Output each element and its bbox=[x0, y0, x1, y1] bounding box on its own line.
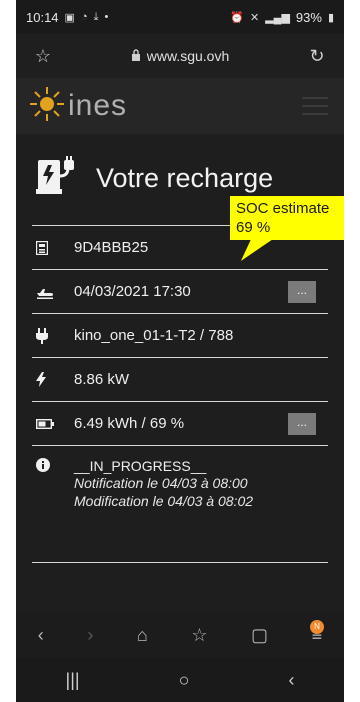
menu-icon[interactable] bbox=[302, 97, 328, 115]
mute-icon: ✕ bbox=[249, 11, 260, 24]
whatsapp-icon: ◔ bbox=[80, 11, 88, 23]
recharge-datetime: 04/03/2021 17:30 bbox=[74, 283, 191, 300]
reload-icon[interactable]: ↻ bbox=[304, 46, 330, 67]
signal-icon: ▂▄▆ bbox=[265, 11, 290, 24]
logo-text: ines bbox=[68, 89, 128, 122]
status-time: 10:14 bbox=[26, 9, 59, 25]
alarm-icon: ⏰ bbox=[230, 11, 244, 24]
soc-tooltip: SOC estimate 69 % bbox=[230, 196, 344, 240]
browser-url-bar: ☆ www.sgu.ovh ↻ bbox=[16, 34, 344, 78]
url-field[interactable]: www.sgu.ovh bbox=[131, 48, 229, 64]
recharge-energy: 6.49 kWh / 69 % bbox=[74, 415, 185, 432]
recharge-id: 9D4BBB25 bbox=[74, 239, 149, 256]
info-icon bbox=[36, 458, 74, 472]
battery-percent: 93% bbox=[295, 9, 322, 25]
system-nav: ||| ○ ‹ bbox=[16, 658, 344, 702]
page-title-text: Votre recharge bbox=[96, 163, 274, 193]
star-icon[interactable]: ☆ bbox=[30, 46, 56, 67]
site-logo[interactable]: ines bbox=[28, 85, 127, 128]
battery-icon bbox=[36, 418, 74, 429]
bookmarks-icon[interactable]: ☆ bbox=[191, 625, 207, 646]
sun-logo-icon bbox=[28, 85, 66, 128]
phone-screen: 10:14 ▣ ◔ ⤓ • ⏰ ✕ ▂▄▆ 93% ▮ ☆ www.sgu.ov… bbox=[16, 0, 344, 702]
row-power: 8.86 kW bbox=[32, 357, 328, 401]
notification-badge: N bbox=[310, 620, 324, 634]
battery-status-icon: ▮ bbox=[327, 11, 334, 24]
url-text: www.sgu.ovh bbox=[146, 48, 230, 64]
recharge-connector: kino_one_01-1-T2 / 788 bbox=[74, 327, 234, 344]
site-header: ines bbox=[16, 78, 344, 134]
download-icon: ⤓ bbox=[93, 10, 99, 23]
gallery-icon: ▣ bbox=[64, 11, 75, 24]
charger-icon bbox=[36, 156, 88, 201]
tooltip-line1: SOC estimate bbox=[236, 200, 330, 217]
tabs-icon[interactable]: ▢ bbox=[251, 625, 268, 646]
plane-icon bbox=[36, 285, 74, 299]
row-connector: kino_one_01-1-T2 / 788 bbox=[32, 313, 328, 357]
home-button-icon[interactable]: ○ bbox=[179, 670, 190, 691]
lock-icon bbox=[131, 48, 141, 64]
tooltip-line2: 69 % bbox=[236, 219, 271, 236]
recharge-details: 9D4BBB25 04/03/2021 17:30 ... kino_one_0… bbox=[32, 225, 328, 563]
recharge-state: __IN_PROGRESS__ bbox=[74, 458, 207, 474]
system-back-icon[interactable]: ‹ bbox=[288, 670, 294, 691]
row-energy: 6.49 kWh / 69 % ... bbox=[32, 401, 328, 445]
row-datetime: 04/03/2021 17:30 ... bbox=[32, 269, 328, 313]
bolt-icon bbox=[36, 372, 74, 387]
plug-icon bbox=[36, 327, 74, 344]
state-text-block: __IN_PROGRESS__ Notification le 04/03 à … bbox=[74, 458, 253, 510]
back-icon[interactable]: ‹ bbox=[38, 625, 44, 646]
id-card-icon bbox=[36, 240, 74, 255]
energy-more-button[interactable]: ... bbox=[288, 413, 316, 435]
forward-icon[interactable]: › bbox=[87, 625, 93, 646]
datetime-more-button[interactable]: ... bbox=[288, 281, 316, 303]
notification-text: Notification le 04/03 à 08:00 bbox=[74, 475, 248, 491]
browser-bottom-nav: ‹ › ⌂ ☆ ▢ ≡ N bbox=[16, 612, 344, 658]
status-left: 10:14 ▣ ◔ ⤓ • bbox=[26, 10, 108, 25]
status-right: ⏰ ✕ ▂▄▆ 93% ▮ bbox=[230, 10, 334, 25]
row-state: __IN_PROGRESS__ Notification le 04/03 à … bbox=[32, 445, 328, 563]
home-icon[interactable]: ⌂ bbox=[137, 625, 148, 646]
dot-icon: • bbox=[104, 11, 109, 23]
modification-text: Modification le 04/03 à 08:02 bbox=[74, 493, 254, 509]
status-bar: 10:14 ▣ ◔ ⤓ • ⏰ ✕ ▂▄▆ 93% ▮ bbox=[16, 0, 344, 34]
recent-apps-icon[interactable]: ||| bbox=[66, 670, 80, 691]
recharge-power: 8.86 kW bbox=[74, 371, 130, 388]
